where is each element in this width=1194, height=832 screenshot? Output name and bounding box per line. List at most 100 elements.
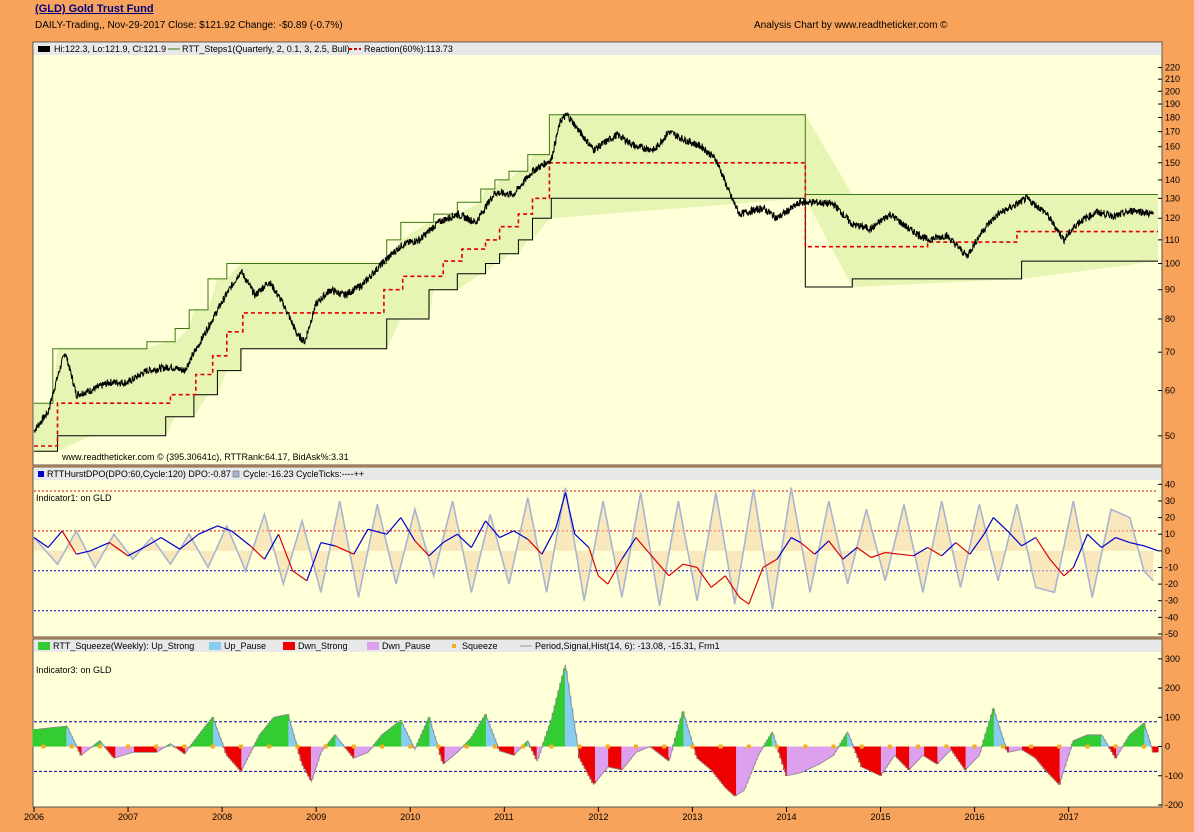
dpo-indicator-label: Indicator1: on GLD bbox=[36, 493, 112, 503]
price-legend-swatch bbox=[38, 46, 50, 52]
legend-up-pause-swatch bbox=[209, 642, 221, 650]
squeeze-dot bbox=[690, 744, 695, 749]
x-tick-label: 2011 bbox=[494, 812, 513, 822]
price-tick-label: 160 bbox=[1165, 142, 1180, 152]
squeeze-dot bbox=[633, 744, 638, 749]
squeeze-dot bbox=[521, 744, 526, 749]
legend-dwn-pause: Dwn_Pause bbox=[382, 641, 431, 651]
legend-squeeze: Squeeze bbox=[462, 641, 498, 651]
squeeze-dot bbox=[662, 744, 667, 749]
squeeze-dot bbox=[182, 744, 187, 749]
squeeze-dot bbox=[803, 744, 808, 749]
squeeze-dot bbox=[295, 744, 300, 749]
price-tick-label: 50 bbox=[1165, 431, 1175, 441]
squeeze-dot bbox=[605, 744, 610, 749]
x-tick-label: 2012 bbox=[588, 812, 608, 822]
price-tick-label: 60 bbox=[1165, 386, 1175, 396]
dpo-tick-label: 20 bbox=[1165, 513, 1175, 523]
squeeze-tick-label: 0 bbox=[1165, 742, 1170, 752]
legend-dwn-pause-swatch bbox=[367, 642, 379, 650]
x-tick-label: 2014 bbox=[776, 812, 796, 822]
price-tick-label: 210 bbox=[1165, 74, 1180, 84]
squeeze-dot bbox=[1113, 744, 1118, 749]
squeeze-dot bbox=[831, 744, 836, 749]
legend-dwn-strong-swatch bbox=[283, 642, 295, 650]
dpo-tick-label: -10 bbox=[1165, 562, 1178, 572]
squeeze-dot bbox=[69, 744, 74, 749]
squeeze-dot bbox=[718, 744, 723, 749]
price-footer: www.readtheticker.com © (395.30641c), RT… bbox=[61, 452, 349, 462]
x-tick-label: 2009 bbox=[306, 812, 326, 822]
dpo-tick-label: -30 bbox=[1165, 596, 1178, 606]
price-tick-label: 220 bbox=[1165, 63, 1180, 73]
squeeze-dot bbox=[380, 744, 385, 749]
x-tick-label: 2006 bbox=[24, 812, 44, 822]
squeeze-dot bbox=[887, 744, 892, 749]
squeeze-dot bbox=[408, 744, 413, 749]
price-tick-label: 120 bbox=[1165, 213, 1180, 223]
x-tick-label: 2015 bbox=[871, 812, 891, 822]
squeeze-dot bbox=[351, 744, 356, 749]
price-tick-label: 130 bbox=[1165, 193, 1180, 203]
squeeze-dot bbox=[267, 744, 272, 749]
squeeze-tick-label: 200 bbox=[1165, 683, 1180, 693]
price-tick-label: 90 bbox=[1165, 285, 1175, 295]
legend-squeeze-swatch bbox=[452, 644, 456, 648]
legend-up-strong-swatch bbox=[38, 642, 50, 650]
x-tick-label: 2013 bbox=[682, 812, 702, 822]
price-legend-reaction: Reaction(60%):113.73 bbox=[364, 44, 453, 54]
price-legend-hlc: Hi:122.3, Lo:121.9, Cl:121.9 bbox=[54, 44, 166, 54]
cycle-legend-swatch bbox=[232, 470, 240, 478]
squeeze-dot bbox=[1000, 744, 1005, 749]
squeeze-dot bbox=[577, 744, 582, 749]
dpo-tick-label: 0 bbox=[1165, 546, 1170, 556]
price-tick-label: 170 bbox=[1165, 127, 1180, 137]
legend-dwn-strong: Dwn_Strong bbox=[298, 641, 348, 651]
dpo-tick-label: -40 bbox=[1165, 612, 1178, 622]
dpo-tick-label: 40 bbox=[1165, 479, 1175, 489]
x-tick-label: 2016 bbox=[965, 812, 985, 822]
squeeze-tick-label: 300 bbox=[1165, 654, 1180, 664]
squeeze-tick-label: 100 bbox=[1165, 712, 1180, 722]
squeeze-dot bbox=[154, 744, 159, 749]
price-tick-label: 190 bbox=[1165, 99, 1180, 109]
squeeze-dot bbox=[436, 744, 441, 749]
squeeze-dot bbox=[1057, 744, 1062, 749]
price-legend-steps: RTT_Steps1(Quarterly, 2, 0.1, 3, 2.5, Bu… bbox=[182, 44, 350, 54]
dpo-legend-swatch bbox=[38, 471, 44, 477]
squeeze-dot bbox=[944, 744, 949, 749]
dpo-tick-label: 10 bbox=[1165, 529, 1175, 539]
x-tick-label: 2007 bbox=[118, 812, 138, 822]
x-tick-label: 2010 bbox=[400, 812, 420, 822]
legend-period-signal-hist: Period,Signal,Hist(14, 6): -13.08, -15.3… bbox=[535, 641, 720, 651]
squeeze-dot bbox=[210, 744, 215, 749]
price-tick-label: 200 bbox=[1165, 86, 1180, 96]
price-tick-label: 140 bbox=[1165, 175, 1180, 185]
squeeze-dot bbox=[126, 744, 131, 749]
x-tick-label: 2017 bbox=[1059, 812, 1079, 822]
dpo-tick-label: -50 bbox=[1165, 629, 1178, 639]
dpo-legend-cycle: Cycle:-16.23 CycleTicks:----++ bbox=[243, 469, 364, 479]
price-tick-label: 110 bbox=[1165, 235, 1179, 245]
squeeze-dot bbox=[1141, 744, 1146, 749]
price-tick-label: 70 bbox=[1165, 347, 1175, 357]
squeeze-bar bbox=[1155, 746, 1159, 753]
squeeze-indicator-label: Indicator3: on GLD bbox=[36, 665, 112, 675]
squeeze-dot bbox=[323, 744, 328, 749]
squeeze-dot bbox=[775, 744, 780, 749]
x-axis: 2006 2007 2008 2009 2010 2011 2012 2013 2014 2015… bbox=[24, 807, 1079, 822]
squeeze-dot bbox=[1029, 744, 1034, 749]
squeeze-tick-label: -200 bbox=[1165, 800, 1183, 810]
squeeze-dot bbox=[916, 744, 921, 749]
x-tick-label: 2008 bbox=[212, 812, 232, 822]
price-tick-label: 180 bbox=[1165, 112, 1180, 122]
squeeze-dot bbox=[549, 744, 554, 749]
squeeze-dot bbox=[859, 744, 864, 749]
squeeze-dot bbox=[1085, 744, 1090, 749]
chart-canvas: Hi:122.3, Lo:121.9, Cl:121.9 RTT_Steps1(… bbox=[24, 41, 1183, 822]
legend-up-pause: Up_Pause bbox=[224, 641, 266, 651]
price-tick-label: 100 bbox=[1165, 259, 1180, 269]
squeeze-dot bbox=[238, 744, 243, 749]
legend-up-strong: RTT_Squeeze(Weekly): Up_Strong bbox=[53, 641, 194, 651]
squeeze-dot bbox=[972, 744, 977, 749]
